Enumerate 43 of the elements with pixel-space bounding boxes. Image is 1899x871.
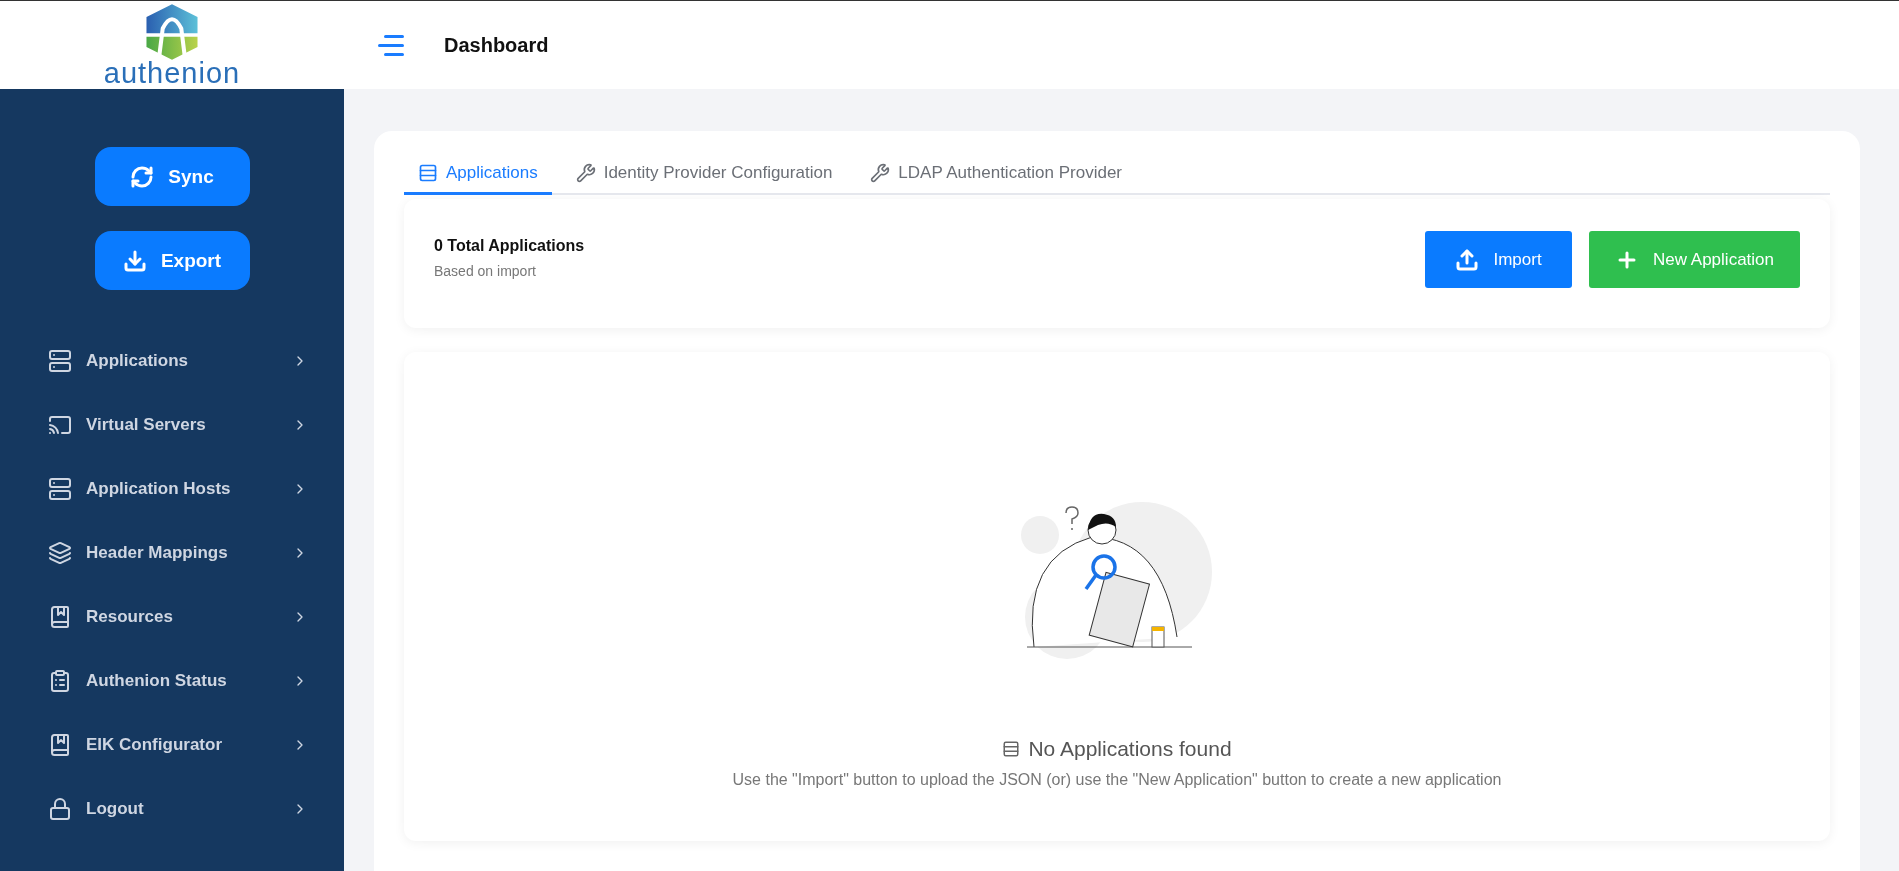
upload-icon [1455,247,1480,272]
layers-icon [48,541,72,565]
list-icon [1002,740,1021,758]
sidebar-item[interactable]: Resources [0,585,344,649]
brand-name: authenion [103,58,241,88]
page-title: Dashboard [444,33,549,57]
sidebar-item[interactable]: Header Mappings [0,521,344,585]
tab[interactable]: Applications [404,155,552,195]
sidebar-item[interactable]: Logout [0,777,344,841]
sync-button[interactable]: Sync [94,147,250,206]
sidebar-item[interactable]: EIK Configurator [0,713,344,777]
list-icon [418,163,438,183]
wrench-icon [870,163,891,183]
sidebar-item-label: Virtual Servers [86,415,207,435]
sidebar-item[interactable]: Virtual Servers [0,393,344,457]
sidebar-item-label: Application Hosts [86,479,232,499]
sidebar-item[interactable]: Authenion Status [0,649,344,713]
wrench-icon [575,163,596,183]
sidebar-item-label: Authenion Status [86,671,228,691]
tab[interactable]: Identity Provider Configuration [561,155,847,195]
clipboard-icon [48,669,72,693]
sidebar-item[interactable]: Applications [0,329,344,393]
sidebar-item-label: Applications [86,351,189,371]
book-icon [48,733,72,757]
sidebar-item-label: Header Mappings [86,543,229,563]
sidebar-item-label: Resources [86,607,174,627]
tab[interactable]: LDAP Authentication Provider [856,155,1136,195]
sidebar-item-label: Logout [86,799,145,819]
summary-subtitle: Based on import [434,263,537,279]
empty-state-message: Use the "Import" button to upload the JSON (or) use the "New Application" button to create a new application [732,771,1502,789]
server-icon [48,477,72,501]
sidebar-item-label: EIK Configurator [86,735,223,755]
monitor-icon [48,413,72,437]
empty-state-title: No Applications found [1028,737,1232,761]
export-button[interactable]: Export [94,231,250,290]
server-icon [48,349,72,373]
import-button[interactable]: Import [1425,231,1573,288]
book-icon [48,605,72,629]
lock-icon [48,797,72,821]
sidebar-item[interactable]: Application Hosts [0,457,344,521]
download-icon [122,248,147,273]
summary-title: 0 Total Applications [434,237,585,255]
sync-icon [130,164,155,189]
